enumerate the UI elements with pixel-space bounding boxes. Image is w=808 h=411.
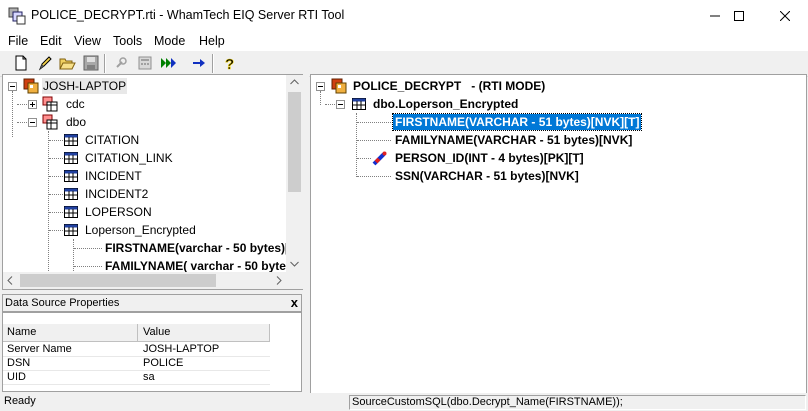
table-icon [64, 134, 78, 146]
svg-text:?: ? [225, 56, 234, 72]
menu-edit[interactable]: Edit [40, 34, 62, 48]
tree-table[interactable]: INCIDENT2 [85, 186, 148, 202]
tree-table[interactable]: INCIDENT [85, 168, 142, 184]
tree-column[interactable]: FAMILYNAME(VARCHAR - 51 bytes)[NVK] [395, 132, 632, 148]
panel-close-button[interactable]: x [291, 295, 298, 310]
source-tree: JOSH-LAPTOP cdc dbo CITATION CITATION_LI… [2, 74, 304, 290]
panel-title: Data Source Properties [5, 297, 120, 309]
arrow-right-icon[interactable] [190, 54, 208, 72]
scroll-thumb[interactable] [20, 274, 216, 287]
tree-column[interactable]: FIRSTNAME(varchar - 50 bytes)[I [105, 240, 292, 256]
tree-table[interactable]: CITATION_LINK [85, 150, 173, 166]
open-folder-icon[interactable] [58, 54, 76, 72]
status-bar: Ready SourceCustomSQL(dbo.Decrypt_Name(F… [0, 393, 808, 411]
table-row[interactable]: Server Name JOSH-LAPTOP [3, 342, 270, 357]
table-row[interactable]: DSN POLICE [3, 356, 270, 371]
table-icon [64, 224, 78, 236]
tree-table[interactable]: CITATION [85, 132, 139, 148]
window-title: POLICE_DECRYPT.rti - WhamTech EIQ Server… [31, 8, 345, 22]
data-source-header: Data Source Properties x [2, 294, 302, 312]
tree-column[interactable]: SSN(VARCHAR - 51 bytes)[NVK] [395, 168, 579, 184]
menu-bar: File Edit View Tools Mode Help [0, 32, 808, 51]
tree-table[interactable]: LOPERSON [85, 204, 152, 220]
status-sql: SourceCustomSQL(dbo.Decrypt_Name(FIRSTNA… [349, 395, 806, 410]
tree-schema-dbo[interactable]: dbo [66, 114, 86, 130]
column-header-name[interactable]: Name [7, 326, 36, 338]
scroll-up-icon [290, 79, 299, 85]
tree-table[interactable]: Loperson_Encrypted [85, 222, 196, 238]
tree-root-database[interactable]: POLICE_DECRYPT - (RTI MODE) [353, 78, 545, 94]
scroll-thumb[interactable] [288, 92, 301, 192]
help-icon[interactable]: ? [220, 54, 238, 72]
edit-icon[interactable] [36, 54, 54, 72]
schema-icon [42, 96, 58, 112]
status-text: Ready [4, 395, 36, 407]
save-icon[interactable] [82, 54, 100, 72]
property-name: UID [7, 371, 26, 383]
horizontal-scrollbar[interactable] [3, 272, 303, 289]
tree-table[interactable]: dbo.Loperson_Encrypted [373, 96, 518, 112]
menu-tools[interactable]: Tools [113, 34, 142, 48]
menu-file[interactable]: File [8, 34, 28, 48]
calculator-icon[interactable] [136, 54, 154, 72]
tree-schema-cdc[interactable]: cdc [66, 96, 85, 112]
maximize-button[interactable] [716, 0, 762, 32]
title-bar: POLICE_DECRYPT.rti - WhamTech EIQ Server… [0, 0, 808, 32]
column-header-value[interactable]: Value [143, 326, 170, 338]
table-icon [352, 98, 366, 110]
property-name: Server Name [7, 343, 72, 355]
server-icon [23, 78, 39, 94]
tree-column-selected[interactable]: FIRSTNAME(VARCHAR - 51 bytes)[NVK][T] [391, 113, 643, 131]
run-all-icon[interactable] [160, 54, 178, 72]
scroll-right-icon [276, 276, 282, 285]
collapse-toggle[interactable] [28, 118, 37, 127]
target-tree: POLICE_DECRYPT - (RTI MODE) dbo.Loperson… [310, 74, 807, 394]
tree-root-server[interactable]: JOSH-LAPTOP [42, 78, 128, 94]
new-icon[interactable] [12, 54, 30, 72]
app-icon [8, 7, 26, 25]
table-row[interactable]: UID sa [3, 370, 270, 385]
grid-header: Name Value [3, 324, 270, 342]
menu-view[interactable]: View [74, 34, 101, 48]
collapse-toggle[interactable] [316, 82, 325, 91]
key-icon [372, 151, 387, 166]
table-icon [64, 152, 78, 164]
collapse-toggle[interactable] [8, 82, 17, 91]
menu-help[interactable]: Help [199, 34, 225, 48]
expand-toggle[interactable] [28, 100, 37, 109]
collapse-toggle[interactable] [336, 100, 345, 109]
tool-icon[interactable] [112, 54, 130, 72]
property-value: POLICE [143, 357, 184, 369]
scroll-left-icon [7, 276, 13, 285]
vertical-scrollbar[interactable] [286, 75, 303, 272]
close-button[interactable] [762, 0, 808, 32]
table-icon [64, 170, 78, 182]
pane-splitter[interactable] [303, 74, 309, 394]
properties-grid: Name Value Server Name JOSH-LAPTOP DSN P… [2, 312, 302, 392]
table-icon [64, 188, 78, 200]
table-icon [64, 206, 78, 218]
menu-mode[interactable]: Mode [154, 34, 185, 48]
database-icon [331, 78, 347, 94]
close-icon [780, 11, 790, 21]
property-value: sa [143, 371, 155, 383]
scroll-down-icon [290, 261, 299, 267]
tree-column-primary-key[interactable]: PERSON_ID(INT - 4 bytes)[PK][T] [395, 150, 584, 166]
schema-icon [42, 114, 58, 130]
property-value: JOSH-LAPTOP [143, 343, 220, 355]
maximize-icon [734, 11, 744, 21]
property-name: DSN [7, 357, 31, 369]
